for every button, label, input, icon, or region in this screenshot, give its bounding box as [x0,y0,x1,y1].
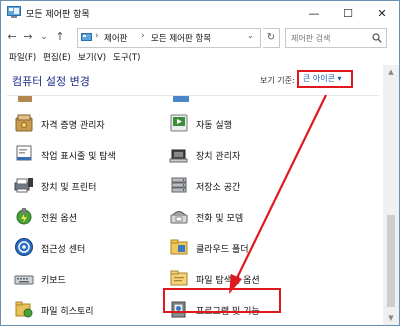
item-label: 장치 관리자 [196,152,241,162]
address-row: ← → ⌄ ↑ › 제어판 › 모든 제어판 항목 ⌄ ↻ [1,25,399,49]
power-options-icon [16,208,32,225]
item-label: 저장소 공간 [196,183,241,193]
close-button[interactable]: ✕ [365,1,399,25]
breadcrumb-separator: › [95,31,99,41]
storage-spaces-icon [171,177,187,193]
window-title: 모든 제어판 항목 [26,10,90,20]
divider [7,95,379,96]
item-label: 파일 히스토리 [41,307,94,317]
item-file-history[interactable]: 파일 히스토리 [14,297,174,323]
menu-file[interactable]: 파일(F) [9,51,36,63]
item-ease-of-access[interactable]: 접근성 센터 [14,235,174,261]
content-pane: 컴퓨터 설정 변경 보기 기준: 큰 아이콘 ▾ 자격 증명 관리자 작업 표시… [1,65,383,325]
maximize-button[interactable]: ☐ [331,1,365,25]
scroll-down-icon[interactable]: ▼ [383,311,399,325]
view-by-select[interactable]: 큰 아이콘 ▾ [297,70,353,88]
forward-button[interactable]: → [21,29,35,45]
taskbar-icon [16,145,32,161]
accessibility-icon [15,238,33,256]
control-panel-window: 모든 제어판 항목 — ☐ ✕ ← → ⌄ ↑ › 제어판 › 모든 제어판 항… [0,0,400,326]
item-power-options[interactable]: 전원 옵션 [14,204,174,230]
item-storage-spaces[interactable]: 저장소 공간 [169,173,329,199]
search-icon[interactable] [372,33,382,43]
item-credential-manager[interactable]: 자격 증명 관리자 [14,111,174,137]
up-button[interactable]: ↑ [53,29,67,45]
item-label: 클라우드 폴더 [196,245,249,255]
breadcrumb-control-panel[interactable]: 제어판 [104,32,127,44]
history-dropdown[interactable]: ⌄ [37,29,51,45]
item-label: 파일 탐색기 옵션 [196,276,260,286]
item-device-manager[interactable]: 장치 관리자 [169,142,329,168]
item-devices-printers[interactable]: 장치 및 프린터 [14,173,174,199]
highlight-box [163,288,281,313]
control-panel-icon [7,6,21,18]
work-folders-icon [170,239,188,255]
item-label: 전원 옵션 [41,214,77,224]
search-box[interactable] [285,28,387,48]
cut-off-item-icon [173,96,189,102]
item-work-folders[interactable]: 클라우드 폴더 [169,235,329,261]
credential-manager-icon [15,114,33,132]
menu-bar: 파일(F) 편집(E) 보기(V) 도구(T) [1,49,399,65]
item-label: 키보드 [41,276,66,286]
menu-view[interactable]: 보기(V) [78,51,106,63]
device-manager-icon [169,149,188,163]
address-dropdown-icon[interactable]: ⌄ [247,31,254,40]
page-heading: 컴퓨터 설정 변경 [12,75,90,88]
autoplay-icon [170,114,188,132]
address-bar[interactable]: › 제어판 › 모든 제어판 항목 ⌄ [77,28,261,48]
item-autoplay[interactable]: 자동 실행 [169,111,329,137]
vertical-scrollbar[interactable]: ▲ ▼ [383,65,399,325]
back-button[interactable]: ← [5,29,19,45]
search-input[interactable] [286,29,369,47]
breadcrumb-all-items[interactable]: 모든 제어판 항목 [151,32,211,44]
item-keyboard[interactable]: 키보드 [14,266,174,292]
title-bar: 모든 제어판 항목 — ☐ ✕ [1,1,399,25]
scrollbar-thumb[interactable] [387,215,395,307]
scroll-up-icon[interactable]: ▲ [383,65,399,79]
keyboard-icon [14,275,34,285]
control-panel-icon [81,33,92,41]
view-by-label: 보기 기준: [260,76,295,85]
item-phone-modem[interactable]: 전화 및 모뎀 [169,204,329,230]
item-label: 전화 및 모뎀 [196,214,244,224]
item-taskbar-navigation[interactable]: 작업 표시줄 및 탐색 [14,142,174,168]
phone-modem-icon [170,211,188,224]
file-history-icon [15,301,33,318]
printer-icon [14,178,33,193]
item-label: 자동 실행 [196,121,232,131]
refresh-button[interactable]: ↻ [263,28,280,48]
item-label: 자격 증명 관리자 [41,121,105,131]
item-label: 접근성 센터 [41,245,86,255]
item-label: 작업 표시줄 및 탐색 [41,152,116,162]
breadcrumb-separator: › [141,31,145,41]
explorer-options-icon [170,270,188,286]
minimize-button[interactable]: — [297,1,331,25]
menu-edit[interactable]: 편집(E) [43,51,71,63]
menu-tools[interactable]: 도구(T) [113,51,140,63]
item-label: 장치 및 프린터 [41,183,97,193]
cut-off-item-icon [18,96,32,102]
